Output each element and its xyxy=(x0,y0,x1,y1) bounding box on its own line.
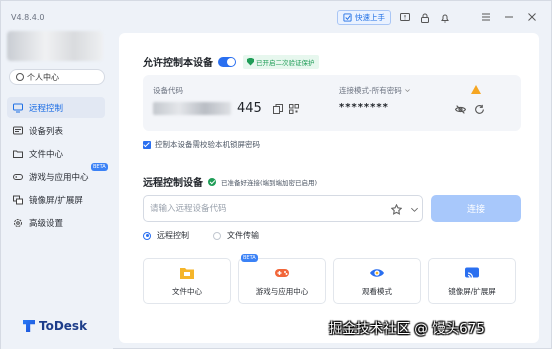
connection-status: 已准备好连接(端到端加密已启用) xyxy=(221,178,318,187)
tile-screen-mirror[interactable]: 镜像屏/扩展屏 xyxy=(428,258,516,304)
gamepad-icon xyxy=(13,172,23,182)
star-icon[interactable] xyxy=(391,204,402,215)
device-list-icon xyxy=(13,126,23,136)
tile-label: 镜像屏/扩展屏 xyxy=(448,286,496,296)
close-icon[interactable] xyxy=(527,12,537,22)
bell-icon[interactable] xyxy=(439,12,451,24)
connection-mode-selector[interactable]: 连接模式-所有密码 xyxy=(339,85,411,96)
lock-icon[interactable] xyxy=(419,12,431,24)
feature-tiles: 文件中心 BETA 游戏与应用中心 观看模式 镜像屏/扩展屏 xyxy=(143,254,516,304)
todesk-logo: ToDesk xyxy=(23,319,87,333)
warning-icon[interactable] xyxy=(471,85,481,94)
sidebar-item-file-center[interactable]: 文件中心 xyxy=(7,143,105,164)
quick-start-button[interactable]: 快速上手 xyxy=(337,10,391,25)
remote-device-input-box xyxy=(143,195,423,222)
connect-button[interactable]: 连接 xyxy=(431,195,521,222)
device-code-blurred xyxy=(153,102,231,115)
top-toolbar: 快速上手 xyxy=(337,10,451,25)
sidebar-item-advanced-settings[interactable]: 高级设置 xyxy=(7,212,105,233)
window-controls xyxy=(481,12,537,22)
radio-remote-control[interactable]: 远程控制 xyxy=(143,230,189,241)
cast-icon xyxy=(465,267,479,278)
two-factor-label: 已开启二次验证保护 xyxy=(256,58,315,67)
folder-icon xyxy=(180,267,194,279)
remote-device-code-input[interactable] xyxy=(150,201,380,217)
password-value: ******** xyxy=(339,102,389,113)
lock-screen-check-label: 控制本设备需校验本机锁屏密码 xyxy=(155,140,260,149)
copy-icon[interactable] xyxy=(273,104,283,114)
sidebar-item-label: 高级设置 xyxy=(29,218,64,229)
lock-screen-checkbox[interactable] xyxy=(143,140,151,149)
chevron-down-icon xyxy=(404,89,410,93)
hide-password-icon[interactable] xyxy=(455,104,466,115)
minimize-icon[interactable] xyxy=(504,12,514,22)
todesk-logo-icon xyxy=(23,320,35,332)
radio-dot[interactable] xyxy=(143,231,151,240)
quick-start-label: 快速上手 xyxy=(355,13,385,22)
sidebar-item-remote-control[interactable]: 远程控制 xyxy=(7,97,105,118)
menu-icon[interactable] xyxy=(481,12,491,22)
device-info-card: 设备代码 445 连接模式-所有密码 ******** xyxy=(143,75,521,131)
qr-code-icon[interactable] xyxy=(289,104,299,114)
personal-center-button[interactable]: 个人中心 xyxy=(9,69,105,85)
tile-game-app-center[interactable]: BETA 游戏与应用中心 xyxy=(238,254,326,304)
gear-icon xyxy=(13,218,23,228)
monitor-icon xyxy=(13,103,23,113)
radio-file-transfer[interactable]: 文件传输 xyxy=(213,230,259,241)
sidebar: V4.8.4.0 个人中心 远程控制 设备列表 文件中心 游戏与应用中心 BET… xyxy=(1,1,113,349)
sidebar-item-device-list[interactable]: 设备列表 xyxy=(7,120,105,141)
allow-control-toggle[interactable] xyxy=(218,56,236,67)
sidebar-item-label: 文件中心 xyxy=(29,149,64,160)
sidebar-item-game-app-center[interactable]: 游戏与应用中心 BETA xyxy=(7,163,108,187)
feedback-icon[interactable] xyxy=(399,12,411,24)
allow-control-row: 允许控制本设备 已开启二次验证保护 xyxy=(143,54,319,69)
beta-badge: BETA xyxy=(241,254,258,262)
app-window: V4.8.4.0 个人中心 远程控制 设备列表 文件中心 游戏与应用中心 BET… xyxy=(0,0,552,349)
remote-control-header: 远程控制设备 已准备好连接(端到端加密已启用) xyxy=(143,174,317,189)
sidebar-item-screen-mirror[interactable]: 镜像屏/扩展屏 xyxy=(7,189,105,210)
sidebar-nav: 远程控制 设备列表 文件中心 游戏与应用中心 BETA 镜像屏/扩展屏 高级设置 xyxy=(7,97,108,235)
connection-mode-label: 连接模式-所有密码 xyxy=(339,86,402,95)
version-label: V4.8.4.0 xyxy=(11,13,45,22)
tile-label: 游戏与应用中心 xyxy=(255,286,309,296)
radio-label: 远程控制 xyxy=(157,231,189,240)
eye-icon xyxy=(370,268,384,277)
beta-badge: BETA xyxy=(91,163,108,171)
user-icon xyxy=(16,73,24,81)
two-factor-badge: 已开启二次验证保护 xyxy=(243,54,319,69)
watermark: 掘金技术社区 @ 馒头675 xyxy=(329,321,485,337)
allow-control-title: 允许控制本设备 xyxy=(143,58,213,69)
chevron-down-icon[interactable] xyxy=(410,205,419,214)
quick-start-icon xyxy=(343,13,352,22)
remote-control-title: 远程控制设备 xyxy=(143,178,203,189)
device-code-label: 设备代码 xyxy=(153,86,183,95)
brand-name: ToDesk xyxy=(39,319,88,333)
device-code-value: 445 xyxy=(237,101,262,116)
screen-mirror-icon xyxy=(13,195,23,205)
radio-label: 文件传输 xyxy=(227,231,259,240)
shield-icon xyxy=(247,57,254,66)
sidebar-item-label: 远程控制 xyxy=(29,103,64,114)
avatar[interactable] xyxy=(7,31,103,61)
refresh-icon[interactable] xyxy=(474,104,485,115)
tile-label: 观看模式 xyxy=(362,286,392,296)
main-panel: 允许控制本设备 已开启二次验证保护 设备代码 445 连接模式-所有密码 ***… xyxy=(119,33,539,343)
tile-label: 文件中心 xyxy=(172,286,202,296)
folder-icon xyxy=(13,149,23,159)
check-circle-icon xyxy=(208,177,216,186)
tile-watch-mode[interactable]: 观看模式 xyxy=(333,258,421,304)
personal-center-label: 个人中心 xyxy=(27,72,59,82)
connection-type-radios: 远程控制 文件传输 xyxy=(143,230,259,241)
sidebar-item-label: 设备列表 xyxy=(29,126,64,137)
lock-screen-check-row[interactable]: 控制本设备需校验本机锁屏密码 xyxy=(143,139,260,150)
sidebar-item-label: 镜像屏/扩展屏 xyxy=(29,195,83,206)
gamepad-icon xyxy=(275,268,289,277)
tile-file-center[interactable]: 文件中心 xyxy=(143,258,231,304)
sidebar-item-label: 游戏与应用中心 xyxy=(29,172,89,183)
radio-dot[interactable] xyxy=(213,231,221,240)
